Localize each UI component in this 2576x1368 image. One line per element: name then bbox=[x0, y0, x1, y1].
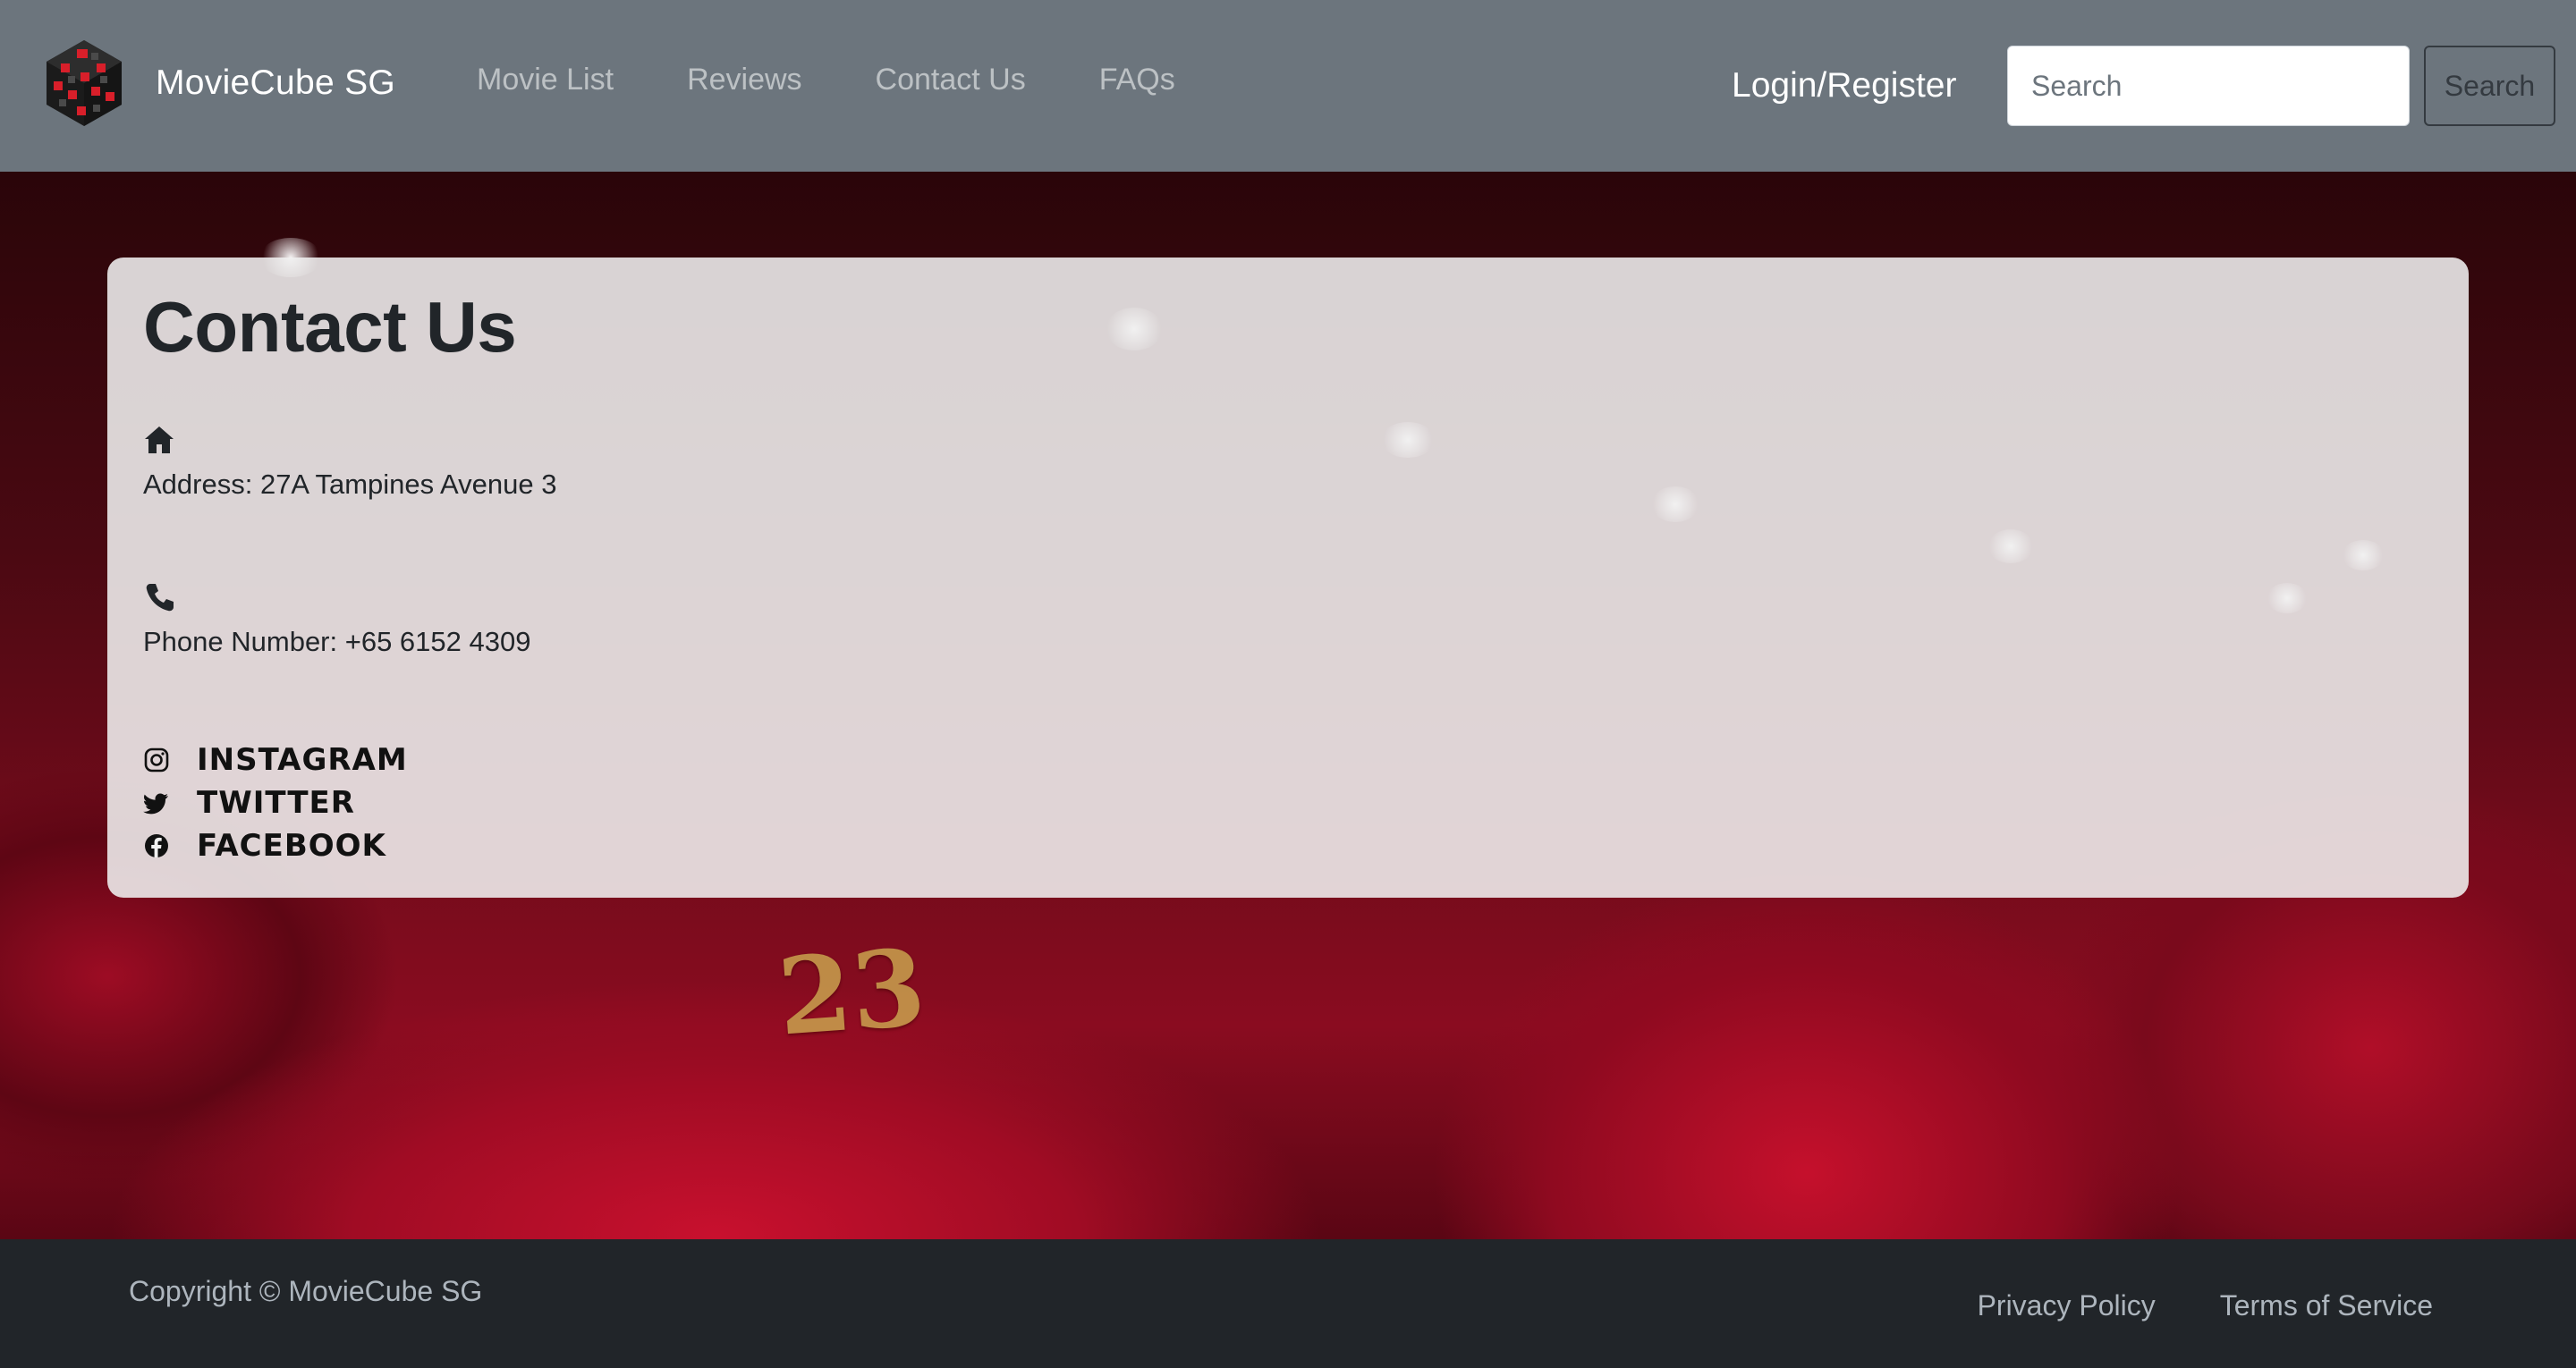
brand[interactable]: MovieCube SG bbox=[41, 36, 395, 131]
search-button[interactable]: Search bbox=[2424, 46, 2555, 126]
phone-text: Phone Number: +65 6152 4309 bbox=[143, 626, 531, 657]
footer-links: Privacy Policy Terms of Service bbox=[1913, 1289, 2433, 1322]
nav-contact-us[interactable]: Contact Us bbox=[876, 63, 1026, 97]
footer: Copyright © MovieCube SG Privacy Policy … bbox=[0, 1239, 2576, 1368]
social-twitter-link[interactable]: TWITTER bbox=[143, 781, 408, 824]
nav-faqs[interactable]: FAQs bbox=[1099, 63, 1175, 97]
address-text: Address: 27A Tampines Avenue 3 bbox=[143, 469, 557, 500]
phone-block: Phone Number: +65 6152 4309 bbox=[143, 581, 530, 658]
social-facebook-link[interactable]: FACEBOOK bbox=[143, 824, 408, 867]
page-title: Contact Us bbox=[143, 287, 517, 367]
copyright-text: Copyright © MovieCube SG bbox=[129, 1275, 483, 1307]
nav-reviews[interactable]: Reviews bbox=[687, 63, 801, 97]
contact-card: Contact Us Address: 27A Tampines Avenue … bbox=[107, 258, 2469, 898]
facebook-icon bbox=[145, 834, 168, 857]
address-block: Address: 27A Tampines Avenue 3 bbox=[143, 424, 556, 501]
nav-movie-list[interactable]: Movie List bbox=[477, 63, 614, 97]
social-label[interactable]: TWITTER bbox=[197, 785, 355, 821]
brand-name[interactable]: MovieCube SG bbox=[156, 63, 395, 103]
social-label[interactable]: INSTAGRAM bbox=[197, 742, 408, 778]
phone-icon bbox=[146, 584, 174, 612]
navbar: MovieCube SG Movie List Reviews Contact … bbox=[0, 0, 2576, 172]
privacy-policy-link[interactable]: Privacy Policy bbox=[1978, 1289, 2156, 1322]
login-register-link[interactable]: Login/Register bbox=[1732, 66, 1956, 106]
social-label[interactable]: FACEBOOK bbox=[197, 828, 386, 864]
home-icon bbox=[145, 426, 174, 453]
twitter-icon bbox=[143, 793, 168, 815]
search-input[interactable] bbox=[2007, 46, 2410, 126]
social-links: INSTAGRAM TWITTER FACEBOOK bbox=[143, 739, 408, 867]
instagram-icon bbox=[144, 747, 169, 773]
cube-logo-icon bbox=[47, 40, 122, 126]
main-nav: Movie List Reviews Contact Us FAQs bbox=[477, 63, 1249, 97]
social-instagram-link[interactable]: INSTAGRAM bbox=[143, 739, 408, 781]
seat-number: 23 bbox=[774, 925, 929, 1060]
terms-of-service-link[interactable]: Terms of Service bbox=[2220, 1289, 2433, 1322]
